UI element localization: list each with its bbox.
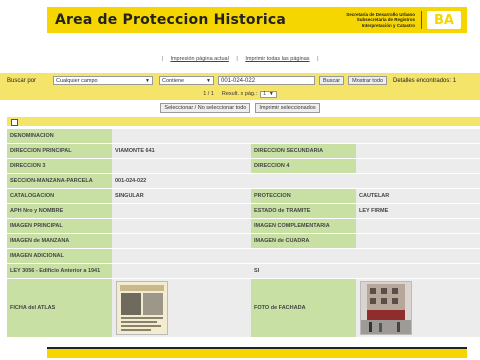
search-button[interactable]: Buscar [319,76,345,85]
field-value [356,159,480,173]
print-selected-button[interactable]: Imprimir seleccionados [255,103,320,113]
field-label: DIRECCION PRINCIPAL [7,144,112,158]
table-row: IMAGEN de MANZANA IMAGEN de CUADRA [7,234,480,248]
table-row: FICHA del ATLAS FOTO de FACHADA [7,279,480,337]
table-row: IMAGEN PRINCIPAL IMAGEN COMPLEMENTARIA [7,219,480,233]
field-value: LEY FIRME [356,204,480,218]
search-input[interactable]: 001-024-022 [218,76,315,85]
show-all-button[interactable]: Mostrar todo [348,76,387,85]
field-label: PROTECCION [251,189,356,203]
per-page-label: Result. x pág.: [221,91,258,97]
link-separator: | [236,56,238,62]
link-separator: | [317,56,319,62]
record-checkbox[interactable] [11,119,18,126]
field-label: LEY 3056 - Edificio Anterior a 1941 [7,264,112,278]
field-value [356,144,480,158]
results-count: Detalles encontrados: 1 [393,77,457,84]
per-page-select[interactable]: 1 ▼ [260,90,277,98]
selection-actions: Seleccionar / No seleccionar todo Imprim… [0,103,480,113]
print-links: | Impresión página actual | Imprimir tod… [0,56,480,62]
field-label: DIRECCION SECUNDARIA [251,144,356,158]
atlas-sheet-thumbnail[interactable] [116,281,168,335]
footer-bar [47,347,467,358]
field-value: SI [251,264,356,278]
field-value: VIAMONTE 641 [112,144,251,158]
search-bar: Buscar por Cualquier campo ▼ Contiene ▼ … [0,73,480,88]
field-label: IMAGEN ADICIONAL [7,249,112,263]
operator-select[interactable]: Contiene ▼ [159,76,214,85]
field-label: FICHA del ATLAS [7,279,112,337]
table-row: LEY 3056 - Edificio Anterior a 1941 SI [7,264,480,278]
field-label: CATALOGACION [7,189,112,203]
atlas-sheet-image [117,282,167,334]
facade-photo-image [361,282,411,334]
field-value [356,279,480,337]
table-row: DENOMINACION [7,129,480,143]
search-field-select[interactable]: Cualquier campo ▼ [53,76,153,85]
field-value [112,159,251,173]
field-label: IMAGEN de MANZANA [7,234,112,248]
field-label: IMAGEN COMPLEMENTARIA [251,219,356,233]
pagination-row: 1 / 1 Result. x pág.: 1 ▼ [0,88,480,100]
field-label: ESTADO de TRAMITE [251,204,356,218]
table-row: CATALOGACION SINGULAR PROTECCION CAUTELA… [7,189,480,203]
select-all-toggle-button[interactable]: Seleccionar / No seleccionar todo [160,103,251,113]
table-row: SECCION-MANZANA-PARCELA 001-024-022 [7,174,480,188]
chevron-down-icon: ▼ [268,91,274,97]
table-row: DIRECCION PRINCIPAL VIAMONTE 641 DIRECCI… [7,144,480,158]
link-separator: | [161,56,163,62]
field-value [112,204,251,218]
print-all-pages-link[interactable]: Imprimir todas las páginas [245,56,309,62]
table-row: APH Nro y NOMBRE ESTADO de TRAMITE LEY F… [7,204,480,218]
field-value [356,219,480,233]
search-by-label: Buscar por [7,77,37,84]
print-current-page-link[interactable]: Impresión página actual [170,56,228,62]
header-banner: Area de Proteccion Historica Secretaría … [47,7,467,33]
table-row: DIRECCION 3 DIRECCION 4 [7,159,480,173]
per-page-value: 1 [263,91,266,97]
field-value [112,234,251,248]
field-label: SECCION-MANZANA-PARCELA [7,174,112,188]
org-line: Subsecretaría de Registros [356,17,415,23]
ba-logo: BA [427,11,461,29]
org-line: Interpretación y Catastro [361,22,415,28]
page-indicator: 1 / 1 [203,91,214,97]
field-value [112,219,251,233]
chevron-down-icon: ▼ [206,77,211,84]
organization-block: Secretaría de Desarrollo Urbano Subsecre… [346,12,421,29]
search-field-value: Cualquier campo [56,77,98,84]
page-title: Area de Proteccion Historica [55,12,286,28]
chevron-down-icon: ▼ [145,77,150,84]
field-label: DENOMINACION [7,129,112,143]
field-value: 001-024-022 [112,174,480,188]
field-value [112,264,251,278]
field-label: APH Nro y NOMBRE [7,204,112,218]
field-value [112,249,480,263]
field-label: IMAGEN PRINCIPAL [7,219,112,233]
facade-photo-thumbnail[interactable] [360,281,412,335]
field-value [112,279,251,337]
field-value [112,129,480,143]
table-row: IMAGEN ADICIONAL [7,249,480,263]
operator-value: Contiene [162,77,185,84]
field-label: IMAGEN de CUADRA [251,234,356,248]
logo-divider [421,11,422,29]
field-value: CAUTELAR [356,189,480,203]
field-label: DIRECCION 3 [7,159,112,173]
record-select-strip [7,117,480,126]
field-value [356,234,480,248]
field-value [356,264,480,278]
field-label: DIRECCION 4 [251,159,356,173]
field-label: FOTO de FACHADA [251,279,356,337]
record-detail-table: DENOMINACION DIRECCION PRINCIPAL VIAMONT… [7,129,480,338]
field-value: SINGULAR [112,189,251,203]
